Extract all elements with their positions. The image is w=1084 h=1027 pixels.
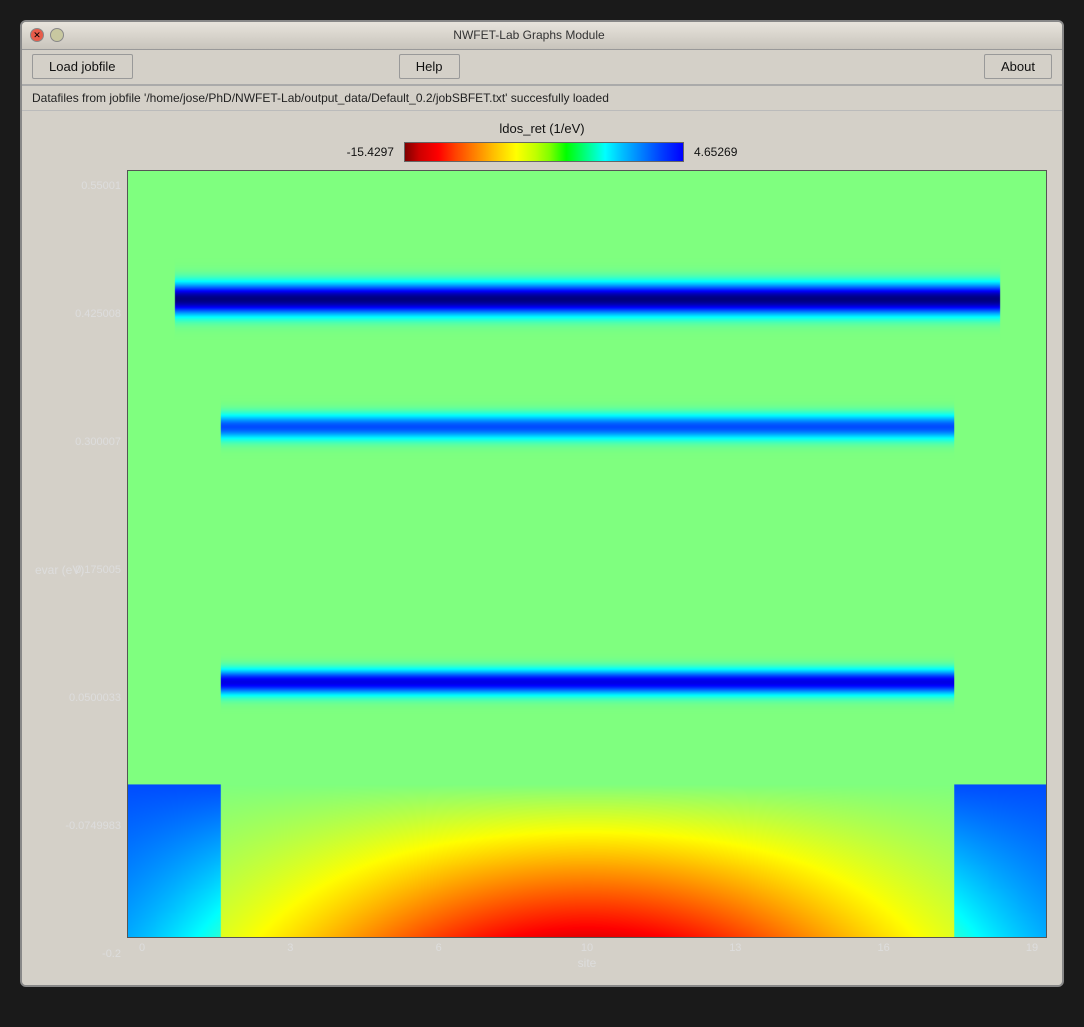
app-window: ✕ NWFET-Lab Graphs Module Load jobfile H…	[20, 20, 1064, 987]
colorbar-min-label: -15.4297	[347, 145, 394, 159]
y-tick-label: 0.0500033	[69, 692, 121, 704]
y-axis-area: evar (eV) 0.550010.4250080.3000070.17500…	[37, 170, 127, 970]
x-tick-label: 6	[424, 942, 454, 954]
status-message: Datafiles from jobfile '/home/jose/PhD/N…	[32, 91, 609, 105]
chart-and-x: 0 3 6 10 13 16 19 site	[127, 170, 1047, 970]
plot-title: ldos_ret (1/eV)	[499, 121, 584, 136]
x-axis-label: site	[127, 954, 1047, 970]
y-tick-label: -0.2	[102, 948, 121, 960]
x-tick-label: 16	[869, 942, 899, 954]
x-ticks-row: 0 3 6 10 13 16 19	[127, 938, 1047, 954]
main-plot-container: evar (eV) 0.550010.4250080.3000070.17500…	[37, 170, 1047, 970]
y-tick-label: 0.425008	[75, 308, 121, 320]
x-tick-label: 0	[127, 942, 157, 954]
close-button[interactable]: ✕	[30, 28, 44, 42]
title-bar-controls: ✕	[30, 28, 64, 42]
x-tick-label: 13	[720, 942, 750, 954]
window-title: NWFET-Lab Graphs Module	[64, 28, 994, 42]
heatmap-canvas	[128, 171, 1046, 937]
x-tick-label: 10	[572, 942, 602, 954]
help-button[interactable]: Help	[399, 54, 460, 79]
colorbar-max-label: 4.65269	[694, 145, 737, 159]
minimize-button[interactable]	[50, 28, 64, 42]
y-tick-label: 0.55001	[81, 180, 121, 192]
colorbar-section: ldos_ret (1/eV) -15.4297 4.65269	[37, 121, 1047, 162]
x-tick-label: 19	[1017, 942, 1047, 954]
colorbar	[404, 142, 684, 162]
plot-area: ldos_ret (1/eV) -15.4297 4.65269 evar (e…	[22, 111, 1062, 985]
y-axis-label: evar (eV)	[35, 563, 84, 577]
x-tick-label: 3	[275, 942, 305, 954]
y-tick-label: 0.300007	[75, 436, 121, 448]
load-jobfile-button[interactable]: Load jobfile	[32, 54, 133, 79]
y-tick-label: -0.0749983	[65, 820, 121, 832]
menu-bar: Load jobfile Help About	[22, 50, 1062, 86]
title-bar: ✕ NWFET-Lab Graphs Module	[22, 22, 1062, 50]
chart-canvas	[127, 170, 1047, 938]
colorbar-row: -15.4297 4.65269	[347, 142, 738, 162]
status-bar: Datafiles from jobfile '/home/jose/PhD/N…	[22, 86, 1062, 111]
about-button[interactable]: About	[984, 54, 1052, 79]
